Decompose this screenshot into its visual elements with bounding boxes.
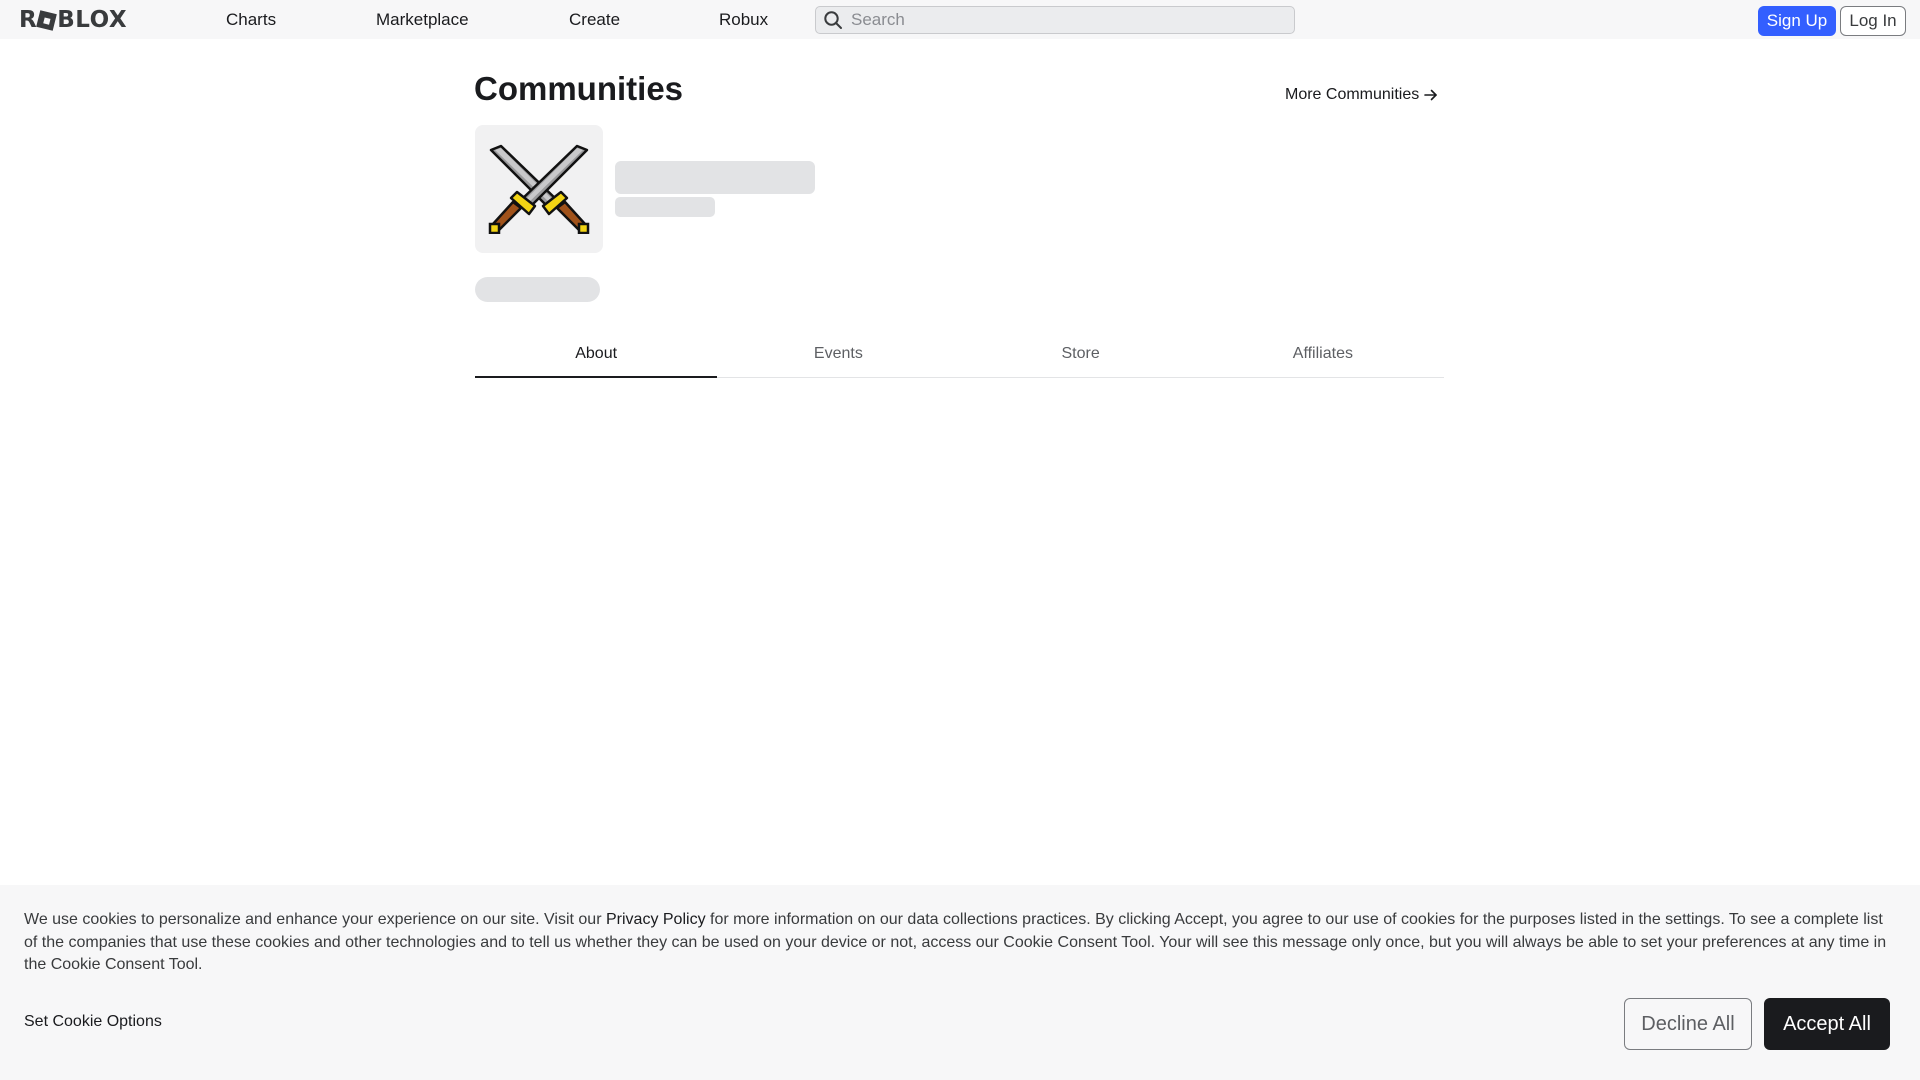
cookie-message: We use cookies to personalize and enhanc…: [24, 909, 1894, 977]
group-owner-skeleton: [615, 197, 715, 217]
logo-letter: R: [19, 7, 38, 33]
group-name-skeleton: [615, 161, 815, 194]
more-communities-link[interactable]: More Communities: [1285, 86, 1438, 104]
logo-o-icon: [36, 9, 58, 31]
accept-all-button[interactable]: Accept All: [1764, 998, 1890, 1050]
cookie-banner: We use cookies to personalize and enhanc…: [0, 885, 1920, 1080]
nav-create[interactable]: Create: [569, 10, 620, 30]
join-button-skeleton: [475, 277, 600, 302]
page-title: Communities: [474, 70, 684, 107]
tab-events[interactable]: Events: [717, 330, 959, 377]
set-cookie-options-link[interactable]: Set Cookie Options: [24, 1013, 162, 1031]
logo-letters: BLOX: [57, 7, 128, 33]
log-in-button[interactable]: Log In: [1840, 6, 1906, 36]
nav-marketplace[interactable]: Marketplace: [376, 10, 469, 30]
privacy-policy-link[interactable]: Privacy Policy: [606, 911, 706, 928]
tab-affiliates[interactable]: Affiliates: [1202, 330, 1444, 377]
roblox-logo[interactable]: R BLOX: [19, 7, 128, 33]
top-nav-bar: R BLOX Charts Marketplace Create Robux S…: [0, 0, 1920, 39]
more-communities-label: More Communities: [1285, 86, 1420, 103]
arrow-right-icon: [1424, 89, 1438, 101]
tab-about[interactable]: About: [475, 330, 718, 378]
nav-charts[interactable]: Charts: [226, 10, 276, 30]
nav-robux[interactable]: Robux: [719, 10, 768, 30]
search-icon: [824, 11, 842, 29]
decline-all-button[interactable]: Decline All: [1624, 998, 1752, 1050]
tab-store[interactable]: Store: [960, 330, 1202, 377]
group-emblem: [475, 125, 603, 253]
search-box[interactable]: [815, 6, 1295, 34]
search-input[interactable]: [851, 10, 1271, 30]
group-tabs: About Events Store Affiliates: [475, 330, 1444, 378]
sign-up-button[interactable]: Sign Up: [1758, 6, 1836, 36]
cookie-text-before: We use cookies to personalize and enhanc…: [24, 911, 606, 928]
crossed-swords-icon: [488, 144, 590, 234]
